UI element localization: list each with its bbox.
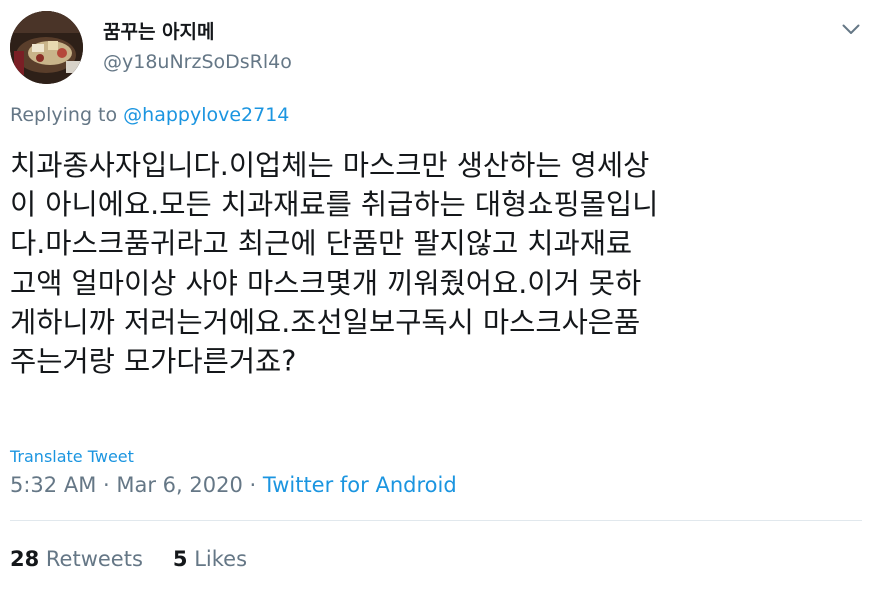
reply-mention-link[interactable]: @happylove2714 [123, 104, 289, 126]
tweet-source-link[interactable]: Twitter for Android [263, 473, 457, 497]
likes-label: Likes [187, 547, 248, 571]
tweet-metadata: 5:32 AM · Mar 6, 2020 · Twitter for Andr… [10, 471, 457, 499]
display-name[interactable]: 꿈꾸는 아지메 [103, 20, 215, 44]
likes-stat[interactable]: 5 Likes [173, 545, 247, 573]
avatar[interactable] [10, 11, 83, 84]
tweet-text-line: 주는거랑 모가다른거죠? [10, 345, 297, 379]
meta-separator: · [96, 473, 117, 497]
retweets-count: 28 [10, 547, 40, 571]
retweets-label: Retweets [39, 547, 143, 571]
tweet-menu-button[interactable] [836, 14, 866, 44]
meta-separator: · [242, 473, 263, 497]
tweet-text-line: 고액 얼마이상 사야 마스크몇개 끼워줬어요.이거 못하 [10, 266, 642, 300]
tweet-text-line: 이 아니에요.모든 치과재료를 취급하는 대형쇼핑몰입니 [10, 188, 659, 222]
tweet-text: 치과종사자입니다.이업체는 마스크만 생산하는 영세상 이 아니에요.모든 치과… [10, 146, 870, 381]
tweet-text-line: 게하니까 저러는거에요.조선일보구독시 마스크사은품 [10, 305, 641, 339]
tweet-date[interactable]: Mar 6, 2020 [116, 473, 242, 497]
tweet-time[interactable]: 5:32 AM [10, 473, 96, 497]
tweet-text-line: 다.마스크품귀라고 최근에 단품만 팔지않고 치과재료 [10, 227, 633, 261]
avatar-image [10, 11, 83, 84]
chevron-down-icon [842, 24, 860, 34]
retweets-stat[interactable]: 28 Retweets [10, 545, 143, 573]
likes-count: 5 [172, 547, 188, 571]
user-handle[interactable]: @y18uNrzSoDsRl4o [103, 50, 292, 74]
translate-tweet-link[interactable]: Translate Tweet [10, 446, 134, 468]
tweet-stats: 28 Retweets 5 Likes [10, 545, 247, 573]
replying-to-label: Replying to [10, 104, 124, 126]
divider [10, 520, 862, 521]
tweet-text-line: 치과종사자입니다.이업체는 마스크만 생산하는 영세상 [10, 149, 650, 182]
replying-to: Replying to @happylove2714 [10, 102, 289, 128]
